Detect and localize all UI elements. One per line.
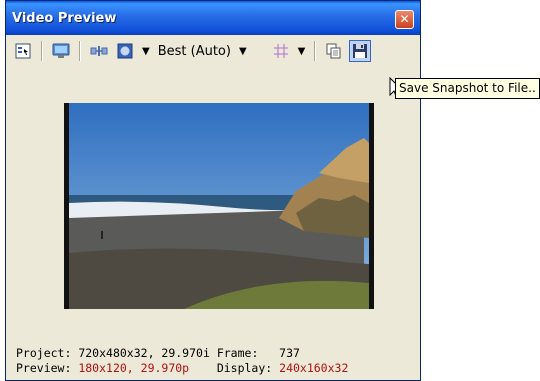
video-preview-window: Video Preview ✕ ▼ Best (Auto) ▼ ▼ Projec… <box>5 0 421 381</box>
status-panel: Project: 720x480x32, 29.970i Frame: 737 … <box>16 346 348 376</box>
split-screen-button[interactable] <box>88 40 110 62</box>
overlay-icon <box>117 43 133 59</box>
title-bar[interactable]: Video Preview ✕ <box>6 1 420 35</box>
toolbar-separator <box>79 41 81 61</box>
overlays-button[interactable] <box>114 40 136 62</box>
copy-snapshot-button[interactable] <box>323 40 345 62</box>
preview-label: Preview: <box>16 361 72 375</box>
preview-value: 180x120, 29.970p <box>78 361 190 375</box>
save-snapshot-button[interactable] <box>349 40 372 62</box>
video-preview-frame <box>64 103 374 309</box>
preview-row: Preview: 180x120, 29.970p Display: 240x1… <box>16 361 348 376</box>
external-monitor-button[interactable] <box>50 40 72 62</box>
grid-icon <box>273 44 288 58</box>
properties-icon <box>15 43 31 59</box>
split-view-icon <box>90 46 108 56</box>
project-value: 720x480x32, 29.970i <box>78 346 210 360</box>
preview-quality-select[interactable]: Best (Auto) <box>156 44 233 59</box>
properties-button[interactable] <box>12 40 34 62</box>
project-label: Project: <box>16 346 72 360</box>
display-value: 240x160x32 <box>279 361 349 375</box>
toolbar-separator <box>41 41 43 61</box>
grid-button[interactable] <box>270 40 292 62</box>
toolbar-separator <box>314 41 317 61</box>
close-button[interactable]: ✕ <box>395 10 414 29</box>
overlays-dropdown-arrow[interactable]: ▼ <box>142 46 150 57</box>
copy-icon <box>326 43 341 59</box>
grid-dropdown-arrow[interactable]: ▼ <box>298 46 306 57</box>
frame-value: 737 <box>279 346 300 360</box>
preview-image <box>64 103 374 309</box>
frame-label: Frame: <box>216 346 259 360</box>
window-title: Video Preview <box>12 10 117 26</box>
tooltip: Save Snapshot to File.. <box>395 78 540 99</box>
floppy-disk-icon <box>353 44 368 58</box>
project-row: Project: 720x480x32, 29.970i Frame: 737 <box>16 346 348 361</box>
toolbar: ▼ Best (Auto) ▼ ▼ <box>6 35 420 67</box>
quality-dropdown-arrow[interactable]: ▼ <box>239 46 247 57</box>
display-label: Display: <box>216 361 273 375</box>
monitor-icon <box>52 43 70 58</box>
